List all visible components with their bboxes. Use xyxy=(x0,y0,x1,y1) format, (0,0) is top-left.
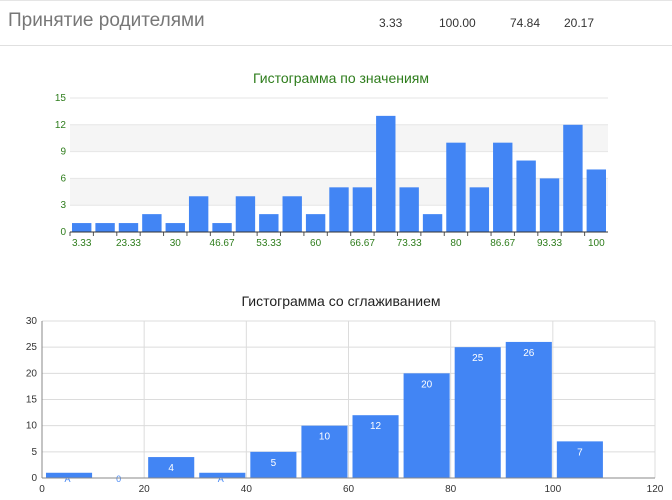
y-tick-label: 0 xyxy=(31,473,37,484)
rug-mark-label: 0 xyxy=(116,474,121,484)
x-tick-label: 30 xyxy=(170,238,182,249)
value-histogram-chart: Гистограмма по значениям 0 3 6 9 12 15 3.33 23.… xyxy=(55,70,608,249)
y-tick-label: 25 xyxy=(26,342,38,353)
bar-value-label: 25 xyxy=(472,353,484,364)
y-tick-label: 20 xyxy=(26,368,38,379)
x-tick-label: 80 xyxy=(445,484,457,495)
y-tick-label: 5 xyxy=(31,447,37,458)
row-value-mean: 74.84 xyxy=(510,16,541,30)
histogram-bar xyxy=(539,178,560,232)
x-tick-label: 60 xyxy=(343,484,355,495)
histogram-bar xyxy=(399,187,419,232)
smoothed-histogram-chart: Гистограмма со сглаживанием 4 5 10 12 20 25 26… xyxy=(26,293,664,495)
y-tick-label: 0 xyxy=(60,227,66,238)
bar-value-label: 26 xyxy=(523,348,535,359)
x-tick-label: 60 xyxy=(310,238,322,249)
histogram-bar xyxy=(376,115,396,232)
y-tick-label: 9 xyxy=(60,147,66,158)
histogram-bar xyxy=(95,223,115,232)
row-title: Принятие родителями xyxy=(8,10,205,31)
chart-title: Гистограмма со сглаживанием xyxy=(241,293,440,309)
y-tick-label: 3 xyxy=(60,200,66,211)
histogram-bar xyxy=(282,196,302,232)
histogram-bar xyxy=(142,214,162,232)
rug-mark-label: A xyxy=(218,474,224,484)
x-tick-label: 80 xyxy=(450,238,462,249)
histogram-bar xyxy=(454,347,501,478)
x-tick-label: 120 xyxy=(647,484,664,495)
row-value-min: 3.33 xyxy=(379,16,403,30)
y-tick-label: 15 xyxy=(26,395,38,406)
x-tick-label: 86.67 xyxy=(490,238,515,249)
histogram-bar xyxy=(352,187,373,232)
row-value-max: 100.00 xyxy=(439,16,476,30)
histogram-bar xyxy=(505,341,552,478)
x-tick-label: 46.67 xyxy=(210,238,235,249)
x-tick-label: 40 xyxy=(241,484,253,495)
histogram-bar xyxy=(235,196,256,232)
bar-value-label: 7 xyxy=(577,447,583,458)
histogram-bar xyxy=(446,142,466,232)
row-value-sd: 20.17 xyxy=(564,16,595,30)
x-tick-label: 20 xyxy=(139,484,151,495)
histogram-bar xyxy=(72,223,92,232)
bar-value-label: 10 xyxy=(319,432,331,443)
bar-value-label: 20 xyxy=(421,379,433,390)
x-tick-label: 93.33 xyxy=(537,238,562,249)
x-tick-label: 53.33 xyxy=(256,238,281,249)
bar-value-label: 12 xyxy=(370,421,382,432)
histogram-bar xyxy=(422,214,443,232)
bar-value-label: 5 xyxy=(271,458,277,469)
histogram-bar xyxy=(259,214,279,232)
y-tick-label: 15 xyxy=(55,93,67,104)
histogram-bar xyxy=(563,124,583,232)
x-tick-label: 0 xyxy=(39,484,45,495)
rug-mark-label: A xyxy=(65,474,71,484)
y-tick-label: 12 xyxy=(55,120,67,131)
y-tick-label: 6 xyxy=(60,173,66,184)
x-tick-label: 3.33 xyxy=(72,238,92,249)
table-row: Принятие родителями 3.33 100.00 74.84 20… xyxy=(0,0,672,46)
x-tick-label: 23.33 xyxy=(116,238,141,249)
chart-title: Гистограмма по значениям xyxy=(253,70,429,86)
histogram-bar xyxy=(305,214,326,232)
x-tick-label: 73.33 xyxy=(397,238,422,249)
histogram-bar xyxy=(493,142,513,232)
histogram-bar xyxy=(329,187,349,232)
grid-band xyxy=(70,124,608,152)
y-tick-label: 30 xyxy=(26,316,38,327)
histogram-bar xyxy=(516,160,536,232)
x-tick-label: 100 xyxy=(588,238,605,249)
histogram-bar xyxy=(165,223,185,232)
x-tick-label: 66.67 xyxy=(350,238,375,249)
y-tick-label: 10 xyxy=(26,421,38,432)
histogram-bar xyxy=(188,196,209,232)
histogram-bar xyxy=(118,223,139,232)
bar-value-label: 4 xyxy=(168,463,174,474)
x-tick-label: 100 xyxy=(544,484,561,495)
histogram-bar xyxy=(586,169,606,232)
histogram-bar xyxy=(469,187,490,232)
histogram-bar xyxy=(212,223,232,232)
